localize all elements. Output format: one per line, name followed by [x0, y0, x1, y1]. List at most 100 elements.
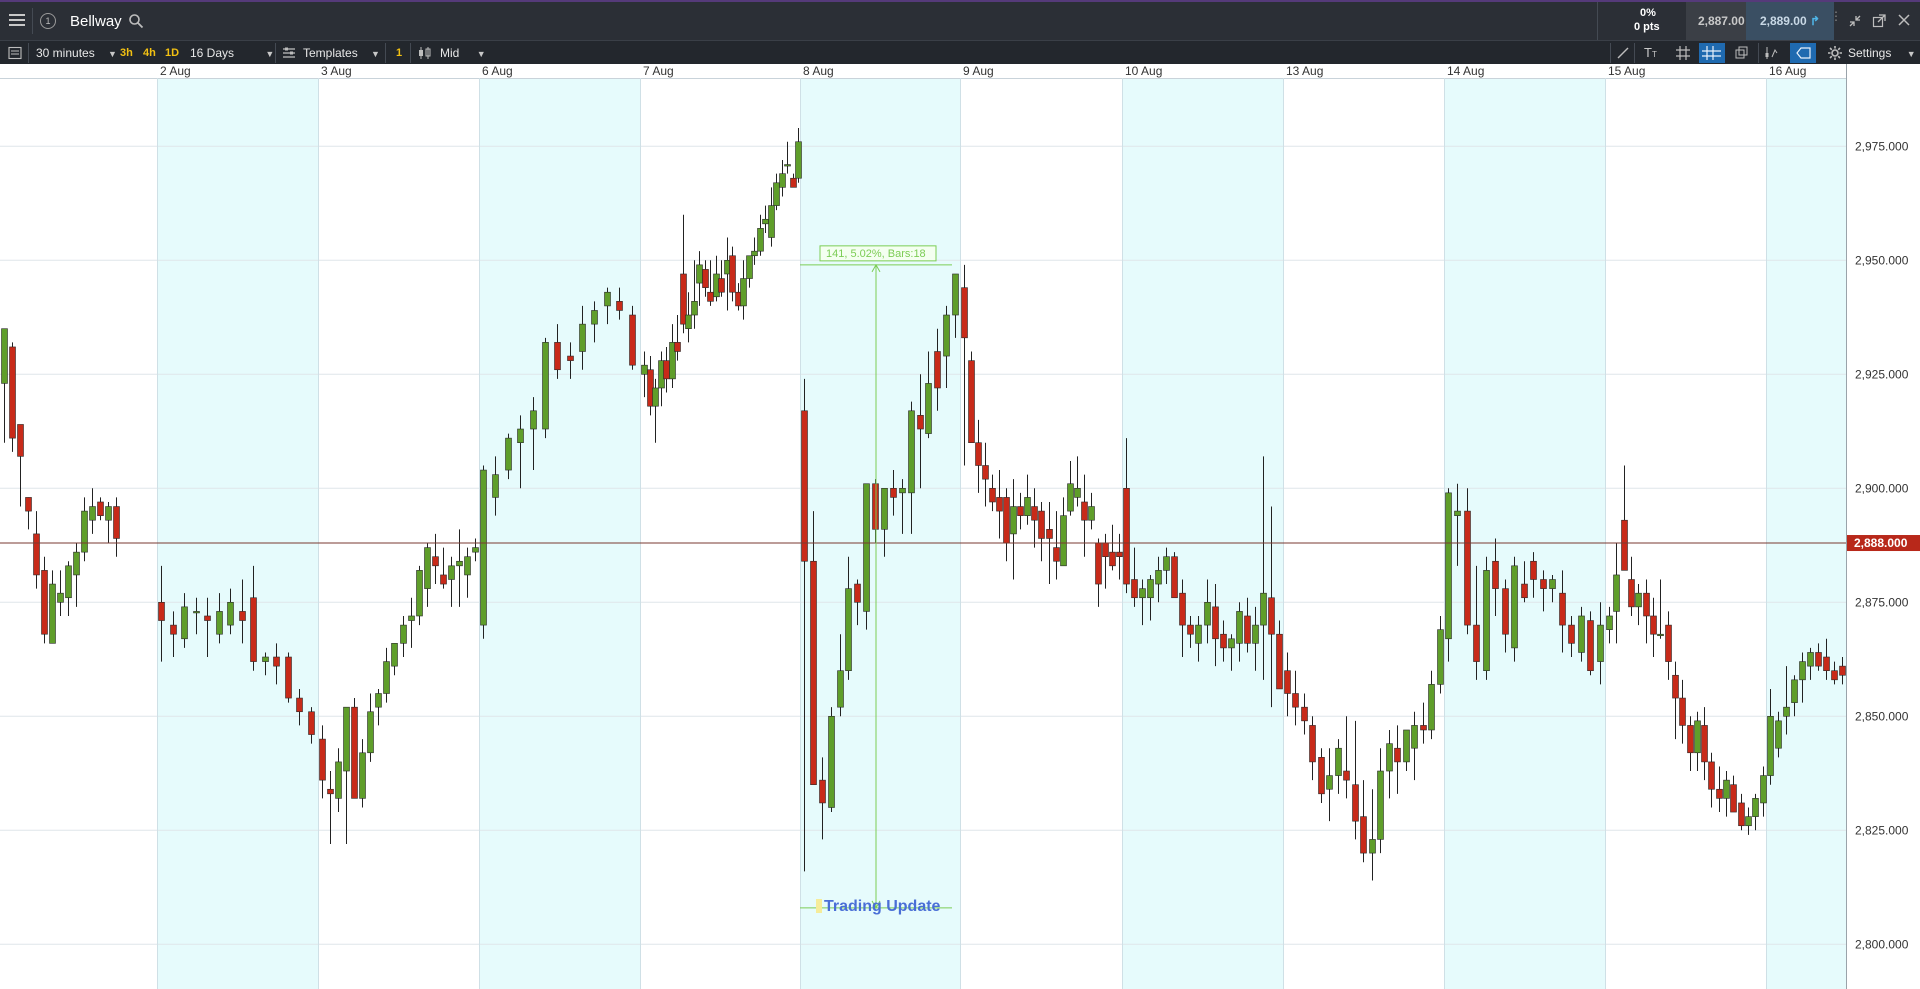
chart-grid-icon[interactable]	[1699, 43, 1725, 63]
templates-select[interactable]: Templates ▼	[303, 46, 380, 60]
x-tick-label: 13 Aug	[1286, 64, 1323, 78]
candle-body	[1716, 788, 1723, 799]
restore-icon[interactable]	[1848, 14, 1862, 30]
candle-body	[408, 615, 415, 621]
candlestick-type-icon[interactable]	[417, 46, 433, 62]
candle-body	[854, 583, 861, 603]
candle-body	[308, 711, 315, 735]
candle	[359, 739, 366, 808]
candle	[1360, 780, 1367, 863]
chevron-down-icon: ▼	[1906, 49, 1916, 59]
candle	[97, 497, 104, 521]
candle	[1335, 739, 1342, 794]
price-type-value: Mid	[440, 46, 460, 60]
price-type-select[interactable]: Mid ▼	[440, 46, 486, 60]
chevron-down-icon: ▼	[265, 49, 275, 59]
candle-body	[1420, 725, 1427, 731]
candle	[25, 497, 32, 530]
candle-body	[982, 465, 989, 480]
candle-body	[81, 510, 88, 553]
current-price-label: 2,888.000	[1854, 536, 1908, 550]
candle-body	[663, 360, 670, 380]
candle-body	[1694, 720, 1701, 754]
candle	[669, 324, 676, 388]
candle-body	[952, 273, 959, 316]
event-label: Trading Update	[824, 898, 941, 915]
candle	[1701, 707, 1708, 781]
candle-body	[41, 570, 48, 635]
candle-body	[1067, 483, 1074, 512]
close-icon[interactable]	[1898, 14, 1910, 28]
label-tag-icon[interactable]	[1790, 43, 1816, 63]
drag-handle-icon[interactable]: ⋮	[1830, 10, 1842, 22]
candle	[1643, 579, 1650, 644]
templates-icon[interactable]	[282, 47, 296, 61]
candle-body	[1549, 579, 1556, 589]
candle-body	[1074, 487, 1081, 498]
candle-body	[1046, 529, 1053, 539]
candle	[1687, 716, 1694, 772]
indicator-count-badge[interactable]: 1	[393, 45, 405, 61]
candle-body	[751, 250, 758, 257]
candle	[1730, 775, 1737, 813]
candle	[424, 543, 431, 607]
candle	[391, 643, 398, 676]
candle-body	[567, 355, 574, 361]
candle-body	[1559, 592, 1566, 626]
instrument-name[interactable]: Bellway	[70, 13, 122, 30]
layers-icon[interactable]	[1735, 46, 1749, 62]
settings-button[interactable]: Settings ▼	[1848, 46, 1916, 60]
candle-body	[113, 506, 120, 539]
candle	[1369, 789, 1376, 881]
candle	[696, 251, 703, 306]
candle-body	[1284, 670, 1291, 694]
y-tick-label: 2,800.000	[1855, 937, 1909, 951]
candle-body	[1738, 802, 1745, 827]
candle-body	[1823, 656, 1830, 672]
candle-body	[367, 711, 374, 754]
candle-body	[1095, 542, 1102, 585]
number-badge[interactable]: 1	[40, 13, 56, 29]
candle-body	[1568, 624, 1575, 644]
session-shade	[800, 64, 960, 989]
candle-body	[1179, 592, 1186, 626]
popout-icon[interactable]	[1872, 14, 1886, 30]
timeframe-3h[interactable]: 3h	[117, 45, 136, 61]
candle-body	[989, 487, 996, 503]
candle-body	[718, 278, 725, 293]
panel-toggle-icon[interactable]	[8, 46, 22, 62]
interval-select[interactable]: 30 minutes ▼	[36, 46, 117, 60]
text-tool-icon[interactable]: TT	[1644, 46, 1657, 59]
search-icon[interactable]	[128, 13, 144, 31]
period-select[interactable]: 16 Days ▼	[190, 46, 274, 60]
event-marker	[816, 899, 822, 913]
x-tick-label: 6 Aug	[482, 64, 513, 78]
hamburger-menu-icon[interactable]	[8, 12, 26, 28]
candle-body	[432, 556, 439, 567]
change-points: 0 pts	[1634, 21, 1660, 33]
session-shade	[1766, 64, 1846, 989]
candle-body	[517, 428, 524, 443]
candlestick-chart[interactable]: 2,888.000 141, 5.02%, Bars:18 Trading Upda…	[0, 64, 1920, 989]
crosshair-grid-icon[interactable]	[1676, 46, 1690, 62]
timeframe-1d[interactable]: 1D	[162, 45, 182, 61]
indicator-icon[interactable]	[1764, 46, 1778, 62]
gear-icon[interactable]	[1828, 46, 1842, 62]
candle-body	[105, 506, 112, 521]
candle	[73, 543, 80, 607]
candle	[408, 597, 415, 648]
timeframe-4h[interactable]: 4h	[140, 45, 159, 61]
candle-body	[1445, 492, 1452, 640]
session-shade	[157, 64, 318, 989]
chevron-down-icon: ▼	[371, 49, 380, 59]
candle	[335, 748, 342, 813]
chevron-down-icon: ▼	[476, 49, 486, 59]
buy-price-box-inner[interactable]: 2,889.00 ↱	[1746, 2, 1834, 40]
draw-line-icon[interactable]	[1616, 46, 1630, 62]
candle-body	[917, 415, 924, 430]
candle-body	[1386, 743, 1393, 772]
candle-body	[1244, 615, 1251, 644]
candle	[702, 260, 709, 297]
candle	[1284, 652, 1291, 717]
candle-body	[1745, 816, 1752, 827]
